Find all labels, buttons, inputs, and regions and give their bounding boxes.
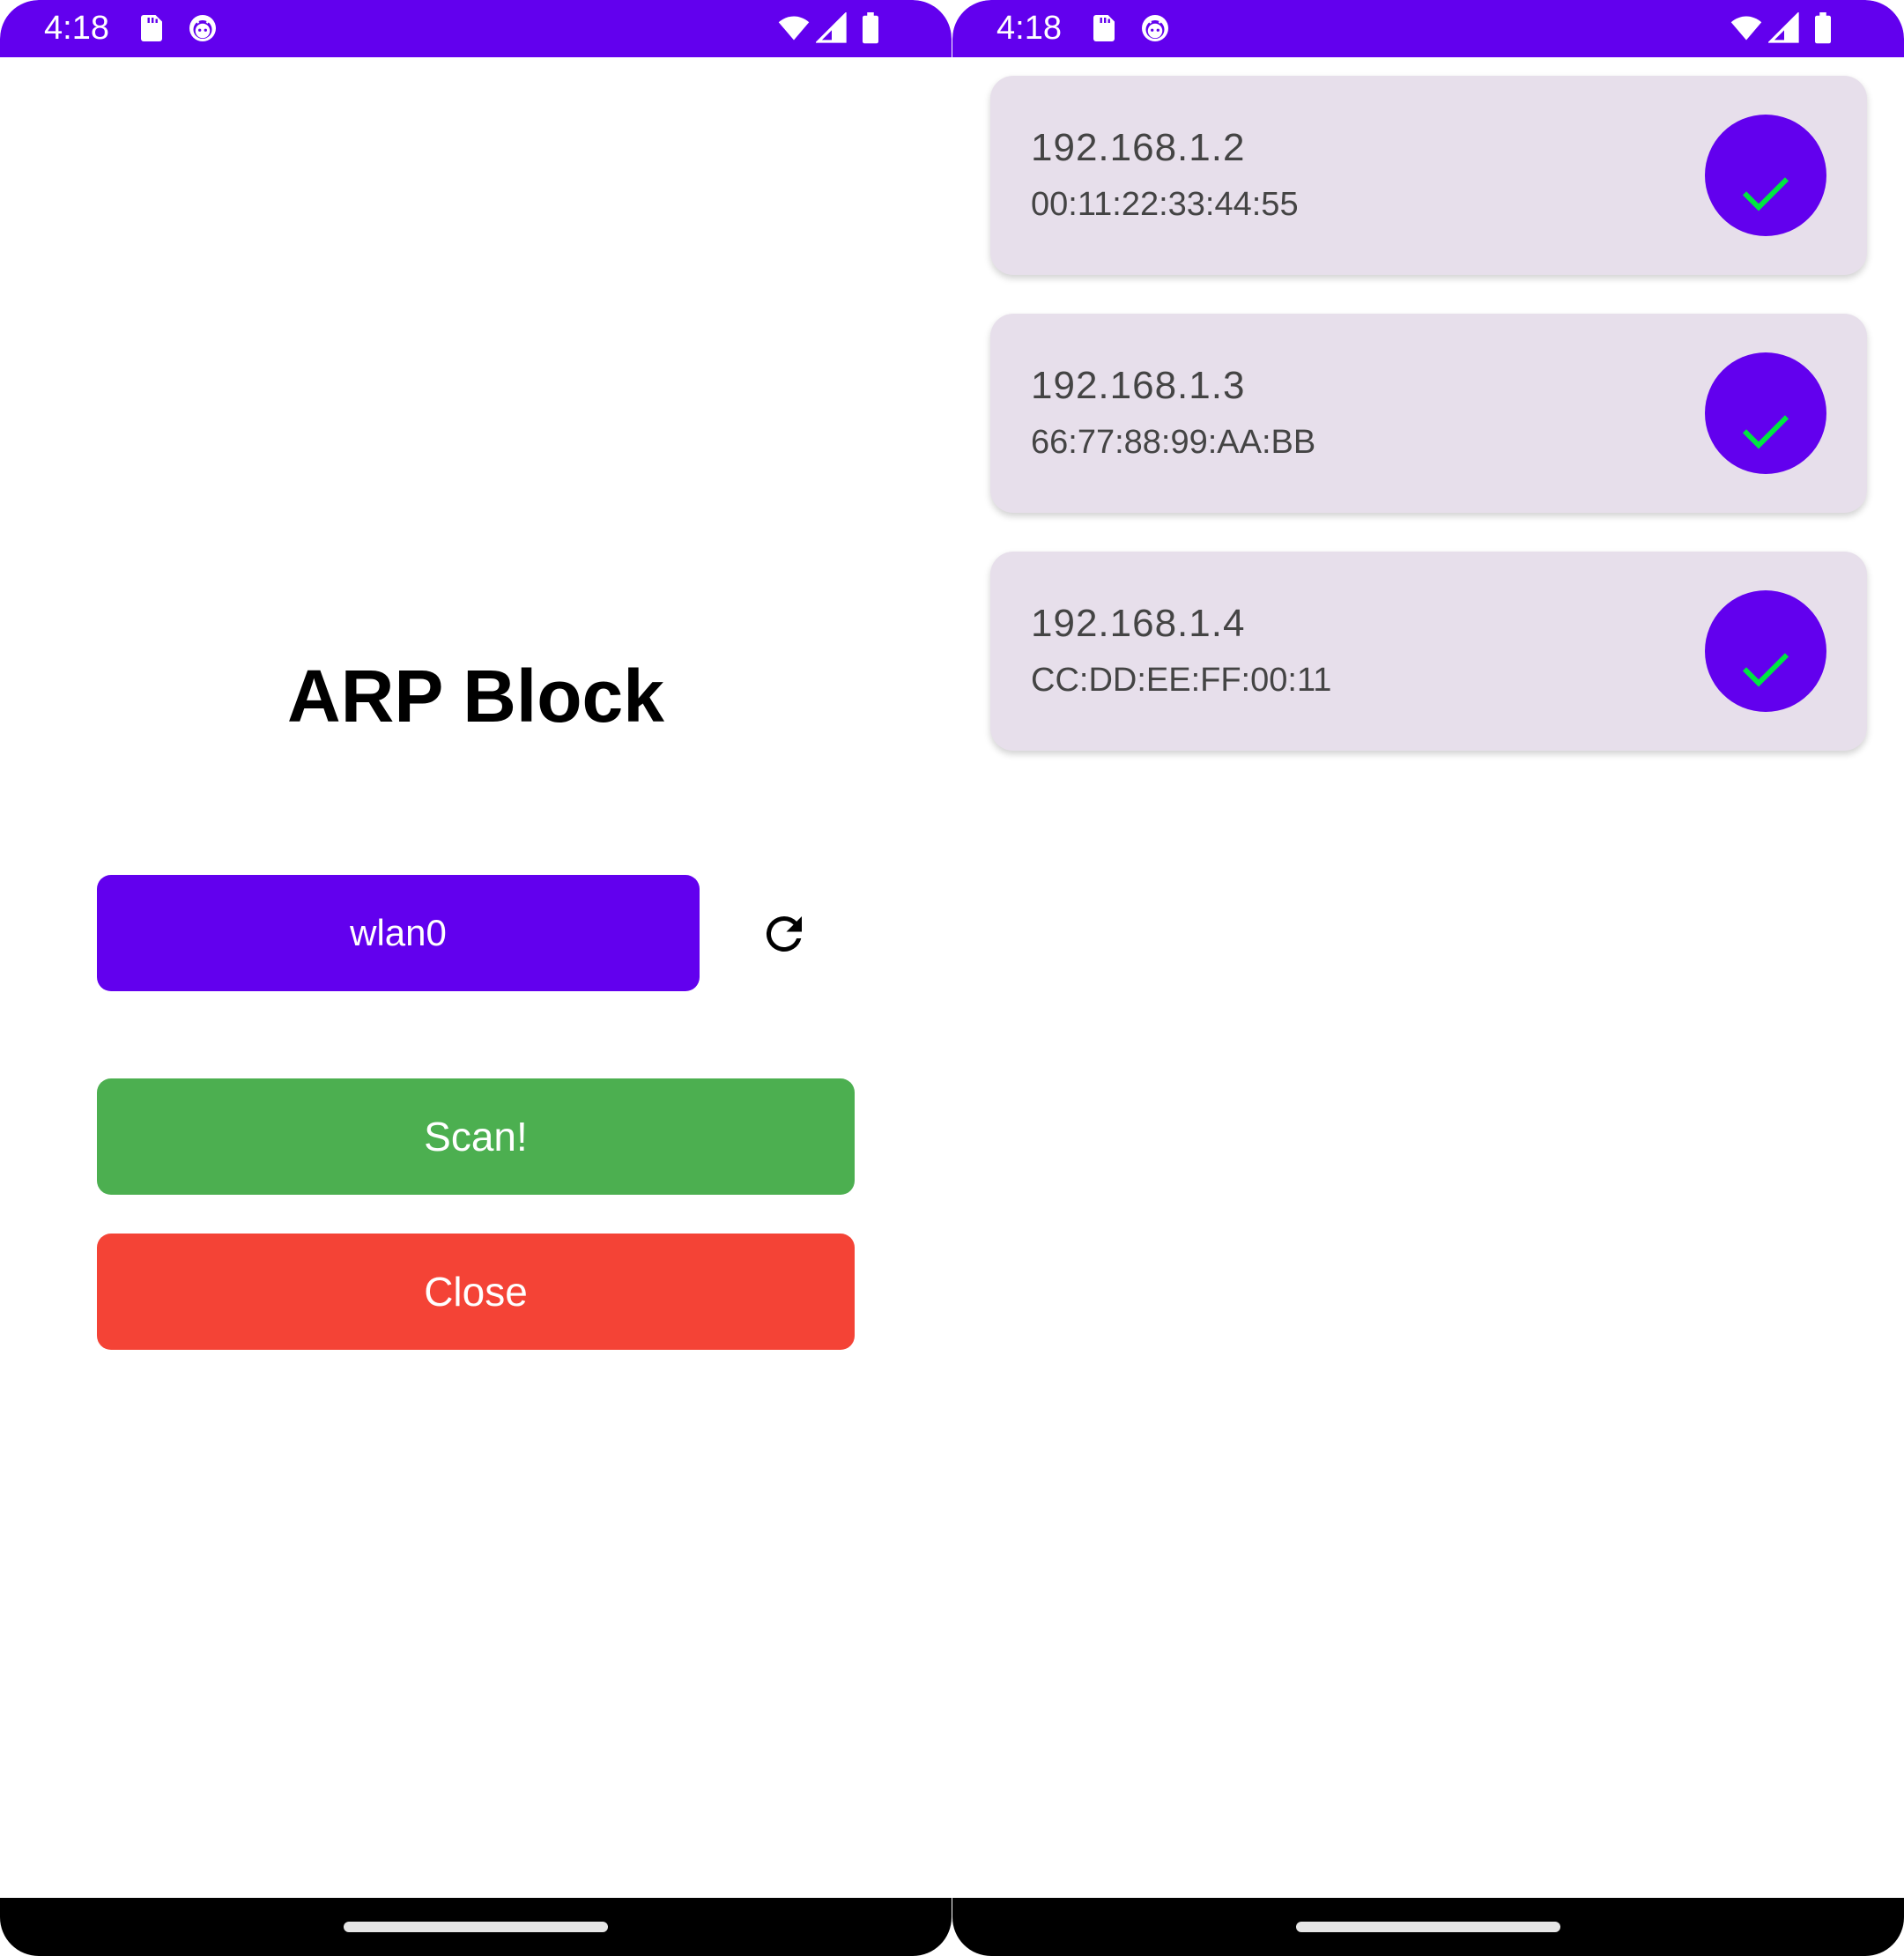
home-gesture-handle[interactable] (344, 1922, 608, 1932)
device-card[interactable]: 192.168.1.3 66:77:88:99:AA:BB (990, 314, 1867, 513)
device-list-screen: 4:18 192.168.1.2 00:11:22:33:44:55 192.1… (952, 0, 1904, 1956)
cell-signal-icon (816, 12, 848, 44)
device-card[interactable]: 192.168.1.4 CC:DD:EE:FF:00:11 (990, 552, 1867, 751)
wifi-icon (1728, 12, 1765, 44)
device-block-toggle[interactable] (1705, 115, 1826, 236)
device-mac: CC:DD:EE:FF:00:11 (1031, 662, 1332, 699)
device-list: 192.168.1.2 00:11:22:33:44:55 192.168.1.… (990, 76, 1867, 789)
device-block-toggle[interactable] (1705, 352, 1826, 474)
navigation-bar (952, 1898, 1904, 1956)
device-mac: 00:11:22:33:44:55 (1031, 186, 1299, 223)
check-icon (1742, 652, 1789, 686)
android-debug-icon (187, 12, 219, 44)
navigation-bar (0, 1898, 952, 1956)
scan-button[interactable]: Scan! (97, 1078, 855, 1195)
network-interface-button[interactable]: wlan0 (97, 875, 700, 991)
device-card[interactable]: 192.168.1.2 00:11:22:33:44:55 (990, 76, 1867, 275)
close-button[interactable]: Close (97, 1234, 855, 1350)
cell-signal-icon (1768, 12, 1800, 44)
home-gesture-handle[interactable] (1296, 1922, 1560, 1932)
app-title: ARP Block (287, 655, 664, 737)
refresh-icon (758, 908, 811, 960)
status-time: 4:18 (996, 10, 1062, 47)
device-block-toggle[interactable] (1705, 590, 1826, 712)
wifi-icon (775, 12, 812, 44)
status-bar: 4:18 (0, 0, 952, 57)
device-ip: 192.168.1.3 (1031, 364, 1246, 407)
battery-icon (858, 12, 883, 44)
status-bar: 4:18 (952, 0, 1904, 57)
battery-icon (1811, 12, 1835, 44)
refresh-button[interactable] (758, 908, 811, 960)
android-debug-icon (1139, 12, 1171, 44)
main-screen: 4:18 ARP Block wlan0 Scan! Close (0, 0, 952, 1956)
device-mac: 66:77:88:99:AA:BB (1031, 424, 1316, 461)
device-ip: 192.168.1.2 (1031, 126, 1246, 169)
device-ip: 192.168.1.4 (1031, 602, 1246, 645)
status-time: 4:18 (44, 10, 109, 47)
check-icon (1742, 414, 1789, 448)
sd-card-icon (1088, 12, 1120, 44)
check-icon (1742, 176, 1789, 211)
sd-card-icon (136, 12, 167, 44)
